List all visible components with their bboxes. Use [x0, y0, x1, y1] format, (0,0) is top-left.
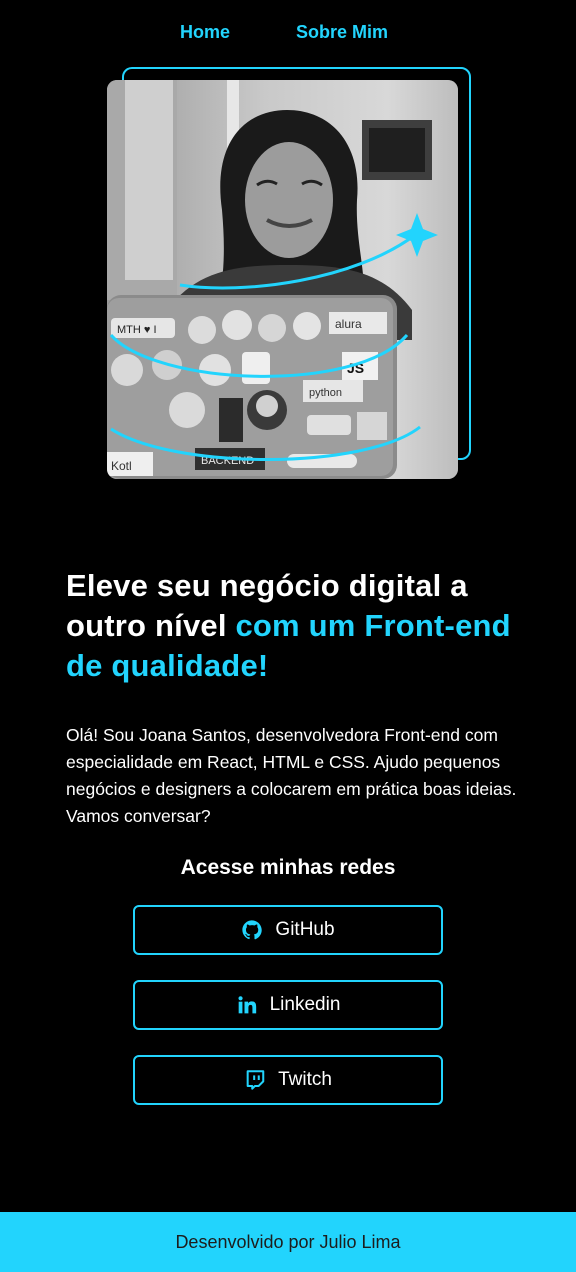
page-footer: Desenvolvido por Julio Lima	[0, 1212, 576, 1272]
linkedin-button[interactable]: Linkedin	[133, 980, 443, 1030]
top-nav: Home Sobre Mim	[0, 22, 576, 46]
orbit-decoration	[109, 213, 438, 461]
twitch-button[interactable]: Twitch	[133, 1055, 443, 1105]
nav-link-about[interactable]: Sobre Mim	[296, 22, 388, 43]
linkedin-icon	[236, 994, 258, 1016]
linkedin-button-label: Linkedin	[269, 994, 341, 1015]
twitch-icon	[244, 1069, 266, 1091]
social-section-title: Acesse minhas redes	[180, 856, 396, 879]
twitch-button-label: Twitch	[278, 1069, 332, 1090]
sparkle-icon	[396, 213, 438, 257]
github-button[interactable]: GitHub	[133, 905, 443, 955]
footer-credit: Desenvolvido por Julio Lima	[175, 1231, 401, 1252]
intro-paragraph: Olá! Sou Joana Santos, desenvolvedora Fr…	[66, 725, 517, 826]
nav-link-home[interactable]: Home	[180, 22, 230, 43]
github-icon	[241, 919, 263, 941]
hero-headline: Eleve seu negócio digital a outro nível …	[66, 566, 526, 686]
github-button-label: GitHub	[275, 919, 335, 940]
